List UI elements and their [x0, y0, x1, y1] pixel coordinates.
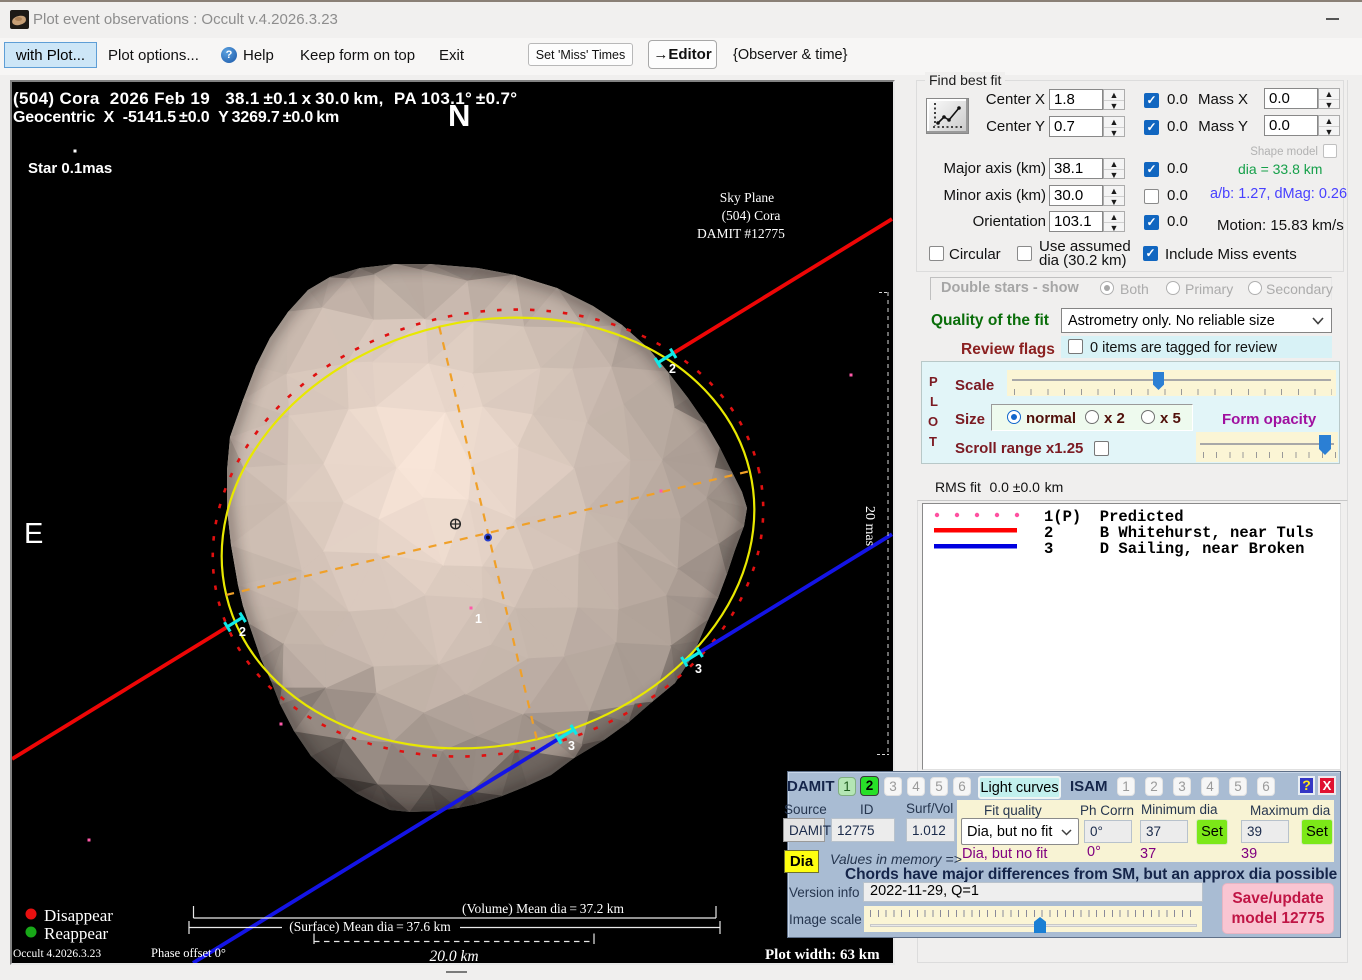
svg-text:3 D Sailing, near Broken: 3 D Sailing, near Broken: [1044, 540, 1304, 558]
svg-text:Occult 4.2026.3.23: Occult 4.2026.3.23: [13, 948, 101, 960]
svg-text:E: E: [24, 518, 43, 550]
svg-text:1: 1: [475, 612, 482, 626]
svg-text:N: N: [448, 98, 470, 133]
svg-text:2: 2: [669, 362, 676, 376]
svg-text:Phase offset 0°: Phase offset 0°: [151, 946, 226, 960]
svg-text:Star 0.1mas: Star 0.1mas: [28, 160, 112, 177]
svg-text:2: 2: [239, 625, 246, 639]
svg-text:Sky Plane: Sky Plane: [720, 190, 774, 205]
svg-text:Geocentric X -5141.5 ±0.0 Y: Geocentric X -5141.5 ±0.0 Y 3269.7 ±0.0 …: [13, 109, 339, 126]
svg-text:Reappear: Reappear: [44, 924, 109, 943]
svg-text:Plot width: 63 km: Plot width: 63 km: [765, 947, 880, 963]
svg-text:Disappear: Disappear: [44, 906, 113, 925]
svg-text:DAMIT #12775: DAMIT #12775: [697, 226, 785, 241]
svg-text:(504) Cora: (504) Cora: [722, 208, 781, 223]
svg-text:3: 3: [695, 662, 702, 676]
svg-text:20 mas: 20 mas: [862, 506, 877, 546]
svg-text:3: 3: [568, 739, 575, 753]
svg-text:20.0 km: 20.0 km: [429, 948, 478, 963]
svg-text:(Surface) Mean dia = 37.6 km: (Surface) Mean dia = 37.6 km: [289, 919, 451, 934]
svg-text:(Volume) Mean dia = 37.2 km: (Volume) Mean dia = 37.2 km: [462, 901, 624, 916]
svg-text:(504) Cora 2026 Feb 19 38.1: (504) Cora 2026 Feb 19 38.1 ±0.1 x 30.0 …: [13, 89, 517, 108]
